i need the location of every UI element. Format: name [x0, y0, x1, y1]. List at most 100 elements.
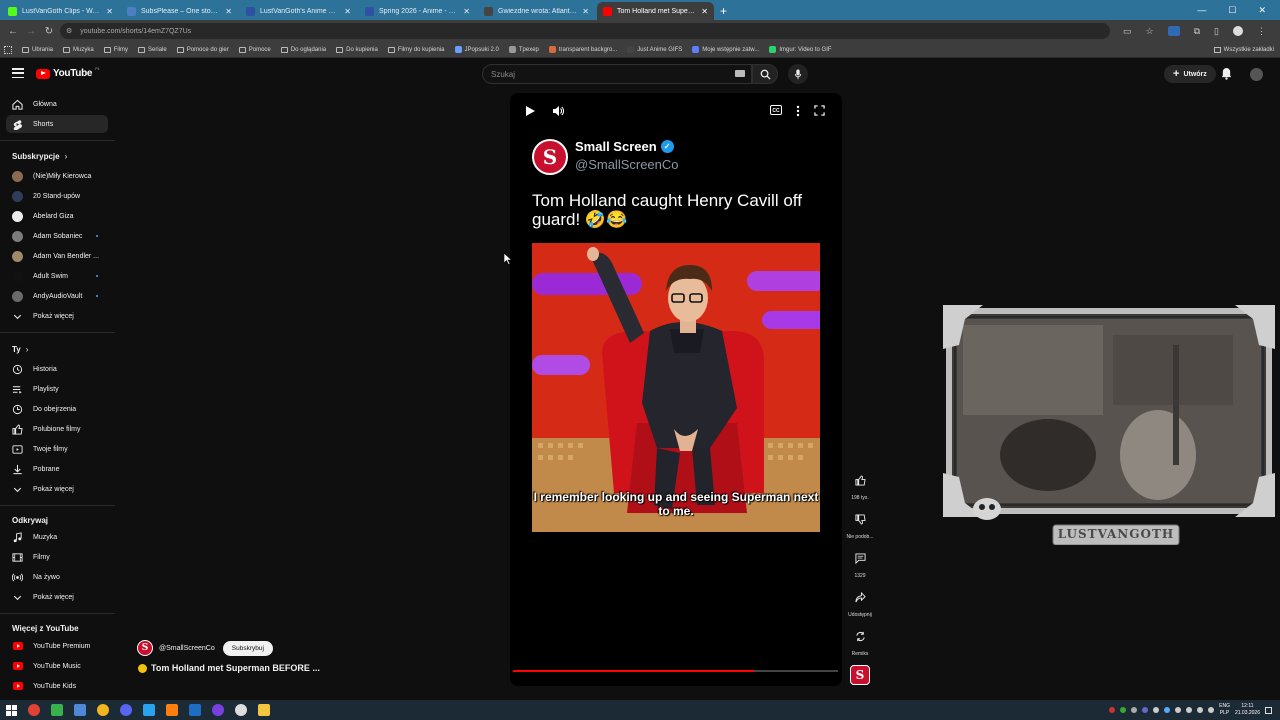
close-window-icon[interactable]: ✕ — [1258, 5, 1266, 16]
sidebar-item-explore[interactable]: Muzyka — [6, 528, 108, 546]
windows-start-icon[interactable] — [6, 704, 17, 716]
clock[interactable]: 12:11 21.03.2026 — [1235, 703, 1260, 717]
browser-tab[interactable]: SubsPlease – One stop shop fo ✕ — [121, 2, 238, 20]
tab-close-icon[interactable]: ✕ — [463, 7, 470, 16]
cast-icon[interactable]: ▭ — [1123, 26, 1132, 37]
browser-tab[interactable]: LustVanGoth Clips - Watch Live ✕ — [2, 2, 119, 20]
tray-icon-2[interactable] — [1120, 707, 1127, 713]
profile-icon[interactable] — [1233, 26, 1243, 36]
back-icon[interactable]: ← — [4, 26, 22, 37]
play-icon[interactable] — [524, 105, 536, 117]
show-more-you[interactable]: Pokaż więcej — [6, 480, 108, 498]
browser-tab[interactable]: Spring 2026 - Anime - MyAnim ✕ — [359, 2, 476, 20]
sidebar-item-explore[interactable]: Filmy — [6, 548, 108, 566]
create-button[interactable]: + Utwórz — [1164, 65, 1216, 83]
sidebar-item-you[interactable]: Playlisty — [6, 380, 108, 398]
volume-icon[interactable] — [552, 105, 564, 117]
sidebar-item-subscription[interactable]: Adam Van Bendler ... — [6, 247, 108, 265]
sidebar-item-subscription[interactable]: (Nie)Miły Kierowca — [6, 167, 108, 185]
search-input[interactable]: Szukaj — [482, 64, 752, 84]
tray-icon-6[interactable] — [1164, 707, 1171, 713]
sidebar-item-you[interactable]: Historia — [6, 360, 108, 378]
bookmark-item[interactable]: Seriale — [138, 46, 167, 53]
sidebar-item-youtube-product[interactable]: YouTube Kids — [6, 677, 108, 695]
tab-close-icon[interactable]: ✕ — [701, 7, 708, 16]
sidebar-item-youtube-product[interactable]: YouTube Music — [6, 657, 108, 675]
account-avatar[interactable] — [1250, 68, 1263, 81]
fullscreen-icon[interactable] — [814, 105, 825, 116]
show-more-explore[interactable]: Pokaż więcej — [6, 588, 108, 606]
extension-icon[interactable] — [1167, 26, 1180, 36]
tray-icon-3[interactable] — [1131, 707, 1138, 713]
bookmark-item[interactable]: Ubrania — [22, 46, 53, 53]
comments-button[interactable]: 1329 — [838, 548, 882, 579]
sidebar-item-you[interactable]: Polubione filmy — [6, 420, 108, 438]
voice-search-button[interactable] — [788, 64, 808, 84]
tray-icon-9[interactable] — [1197, 707, 1204, 713]
subscribe-button[interactable]: Subskrybuj — [222, 640, 273, 656]
search-button[interactable] — [752, 64, 778, 84]
sidebar-item-explore[interactable]: Na żywo — [6, 568, 108, 586]
apps-grid-icon[interactable] — [4, 45, 12, 54]
tab-close-icon[interactable]: ✕ — [582, 7, 589, 16]
site-info-icon[interactable]: ⚙ — [66, 27, 72, 35]
app-taskbar-icon-3[interactable] — [97, 704, 109, 716]
sidebar-item-subscription[interactable]: AndyAudioVault — [6, 287, 108, 305]
short-title[interactable]: Tom Holland met Superman BEFORE ... — [138, 663, 320, 673]
channel-avatar[interactable]: S — [137, 640, 153, 656]
vlc-taskbar-icon[interactable] — [166, 704, 178, 716]
split-icon[interactable]: ▯ — [1214, 26, 1219, 37]
app-taskbar-icon[interactable] — [51, 704, 63, 716]
bookmark-item[interactable]: Filmy — [103, 46, 128, 53]
channel-thumbnail-button[interactable]: S — [850, 665, 870, 685]
obs-taskbar-icon[interactable] — [235, 704, 247, 716]
language-indicator[interactable]: ENG PLP — [1219, 703, 1230, 717]
sidebar-item-home[interactable]: Główna — [6, 95, 108, 113]
bookmark-item[interactable]: Do oglądania — [280, 46, 326, 53]
captions-icon[interactable]: CC — [770, 105, 782, 115]
tab-close-icon[interactable]: ✕ — [225, 7, 232, 16]
sidebar-item-you[interactable]: Twoje filmy — [6, 440, 108, 458]
tray-icon-1[interactable] — [1109, 707, 1116, 713]
you-heading[interactable]: Ty › — [12, 345, 28, 354]
sidebar-item-you[interactable]: Do obejrzenia — [6, 400, 108, 418]
like-button[interactable]: 198 tys. — [838, 470, 882, 501]
discord-taskbar-icon[interactable] — [120, 704, 132, 716]
bookmark-star-icon[interactable]: ☆ — [1146, 26, 1154, 37]
bookmark-item[interactable]: Just Anime GIFS — [627, 46, 682, 53]
video-progress-bar[interactable] — [513, 670, 838, 672]
bookmark-item[interactable]: JPopsuki 2.0 — [454, 46, 499, 53]
menu-dots-icon[interactable]: ⋮ — [1257, 26, 1266, 37]
tab-close-icon[interactable]: ✕ — [106, 7, 113, 16]
app-taskbar-icon-5[interactable] — [212, 704, 224, 716]
subscriptions-heading[interactable]: Subskrypcje › — [12, 152, 67, 161]
chrome-taskbar-icon[interactable] — [28, 704, 40, 716]
dislike-button[interactable]: Nie podob... — [838, 509, 882, 540]
keyboard-icon[interactable] — [735, 70, 745, 77]
new-tab-icon[interactable]: + — [720, 2, 727, 20]
channel-name[interactable]: @SmallScreenCo — [159, 645, 215, 652]
shorts-player[interactable]: CC S Small Screen ✓ @SmallScreenCo Tom H… — [510, 93, 842, 686]
bookmark-item[interactable]: Do kupienia — [336, 46, 378, 53]
tray-icon-7[interactable] — [1175, 707, 1182, 713]
remix-button[interactable]: Remiks — [838, 626, 882, 657]
browser-tab[interactable]: Gwiezdne wrota: Atlantyda / St ✕ — [478, 2, 595, 20]
tab-close-icon[interactable]: ✕ — [344, 7, 351, 16]
browser-tab[interactable]: Tom Holland met Superman ✕ — [597, 2, 714, 20]
sidebar-item-youtube-product[interactable]: YouTube Premium — [6, 637, 108, 655]
bookmark-item[interactable]: Moje wstępnie zatw... — [692, 46, 759, 53]
bookmark-item[interactable]: Tpexep — [508, 46, 539, 53]
maximize-icon[interactable]: ☐ — [1228, 5, 1236, 16]
bookmark-item[interactable]: Imgur: Video to GIF — [769, 46, 832, 53]
tray-icon-5[interactable] — [1153, 707, 1160, 713]
browser-tab[interactable]: LustVanGoth's Anime List - My ✕ — [240, 2, 357, 20]
youtube-logo[interactable]: YouTube PL — [36, 66, 100, 79]
app-taskbar-icon-4[interactable] — [143, 704, 155, 716]
tray-icon-8[interactable] — [1186, 707, 1193, 713]
url-text[interactable]: youtube.com/shorts/14emZ7QZ7Us — [80, 28, 191, 35]
tray-icon-4[interactable] — [1142, 707, 1149, 713]
notification-center-icon[interactable] — [1265, 706, 1272, 714]
bookmark-item[interactable]: Filmy do kupienia — [387, 46, 445, 53]
bookmark-item[interactable]: transparent backgro... — [548, 46, 617, 53]
minimize-icon[interactable]: — — [1197, 5, 1206, 15]
